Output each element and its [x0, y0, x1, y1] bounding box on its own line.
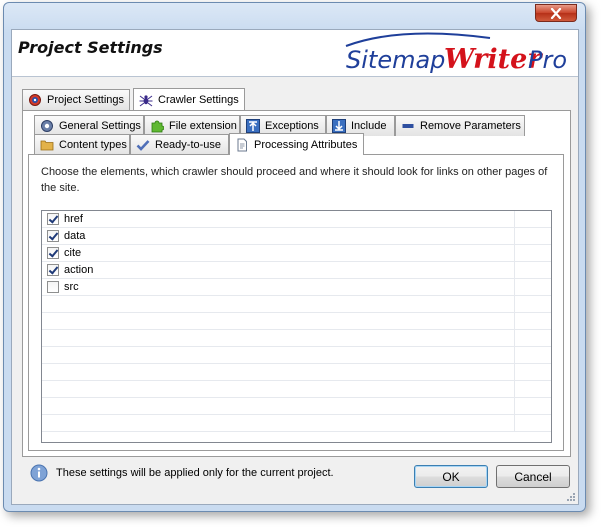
column-separator	[514, 364, 515, 380]
logo-text-sitemap: Sitemap	[346, 46, 445, 74]
gear-icon	[41, 120, 53, 132]
folder-icon	[40, 140, 54, 151]
tab-label: Remove Parameters	[420, 120, 521, 132]
checkbox-action[interactable]	[47, 264, 59, 276]
attribute-label: data	[64, 230, 86, 242]
column-separator	[514, 228, 515, 244]
page-title: Project Settings	[18, 38, 163, 57]
tab-label: Include	[351, 120, 387, 132]
resize-grip[interactable]	[566, 492, 576, 502]
empty-row	[42, 364, 551, 381]
tab-label: Processing Attributes	[254, 138, 358, 151]
column-separator	[514, 381, 515, 397]
tab-general-settings[interactable]: General Settings	[34, 115, 144, 136]
column-separator	[514, 262, 515, 278]
gear-icon	[29, 94, 41, 106]
tab-label: File extension	[169, 120, 237, 132]
dialog-client-area: Project Settings Sitemap Writer Pro Proj…	[11, 29, 579, 505]
ok-button[interactable]: OK	[414, 465, 488, 488]
list-item[interactable]: action	[42, 262, 551, 279]
logo-text-pro: Pro	[528, 46, 567, 74]
close-icon	[550, 7, 562, 19]
tab-crawler-settings[interactable]: Crawler Settings	[133, 88, 245, 110]
empty-row	[42, 415, 551, 432]
column-separator	[514, 415, 515, 431]
upload-arrow-icon	[246, 119, 260, 133]
checkbox-data[interactable]	[47, 230, 59, 242]
column-separator	[514, 279, 515, 295]
list-item[interactable]: cite	[42, 245, 551, 262]
empty-row	[42, 330, 551, 347]
attributes-list[interactable]: href data cite action src	[41, 210, 552, 443]
checkbox-src[interactable]	[47, 281, 59, 293]
column-separator	[514, 398, 515, 414]
tab-remove-parameters[interactable]: Remove Parameters	[395, 115, 525, 136]
list-item[interactable]: href	[42, 211, 551, 228]
spider-icon	[139, 94, 153, 106]
cancel-button[interactable]: Cancel	[496, 465, 570, 488]
empty-row	[42, 381, 551, 398]
tab-label: Project Settings	[47, 94, 125, 106]
info-text: These settings will be applied only for …	[56, 467, 334, 479]
tab-label: General Settings	[59, 120, 141, 132]
column-separator	[514, 211, 515, 227]
list-item[interactable]: data	[42, 228, 551, 245]
project-settings-window: Project Settings Sitemap Writer Pro Proj…	[3, 2, 586, 512]
attribute-label: action	[64, 264, 94, 276]
tab-label: Ready-to-use	[155, 139, 222, 151]
tab-project-settings[interactable]: Project Settings	[22, 89, 131, 110]
tab-content-types[interactable]: Content types	[34, 134, 130, 155]
attribute-label: href	[64, 213, 83, 225]
tab-file-extension[interactable]: File extension	[144, 115, 240, 136]
tab-processing-attributes[interactable]: Processing Attributes	[229, 133, 364, 155]
tab-ready-to-use[interactable]: Ready-to-use	[130, 134, 229, 155]
empty-row	[42, 313, 551, 330]
puzzle-icon	[151, 120, 164, 133]
column-separator	[514, 245, 515, 261]
sitemapwriter-pro-logo: Sitemap Writer Pro	[345, 32, 567, 74]
description-text: Choose the elements, which crawler shoul…	[41, 166, 548, 194]
minus-icon	[402, 124, 414, 128]
empty-row	[42, 296, 551, 313]
tab-label: Crawler Settings	[158, 93, 239, 106]
checkbox-href[interactable]	[47, 213, 59, 225]
info-icon	[30, 464, 48, 482]
list-item[interactable]: src	[42, 279, 551, 296]
column-separator	[514, 296, 515, 312]
document-icon	[237, 138, 247, 151]
column-separator	[514, 313, 515, 329]
tab-label: Exceptions	[265, 120, 319, 132]
checkmark-icon	[136, 140, 150, 151]
empty-row	[42, 398, 551, 415]
column-separator	[514, 347, 515, 363]
attribute-label: cite	[64, 247, 82, 259]
footer-info: These settings will be applied only for …	[30, 464, 334, 482]
dialog-header: Project Settings Sitemap Writer Pro	[12, 30, 578, 77]
empty-row	[42, 347, 551, 364]
close-button[interactable]	[535, 4, 577, 22]
download-arrow-icon	[332, 119, 346, 133]
checkbox-cite[interactable]	[47, 247, 59, 259]
title-bar[interactable]	[4, 3, 585, 29]
tab-label: Content types	[59, 139, 127, 151]
attribute-label: src	[64, 281, 79, 293]
column-separator	[514, 330, 515, 346]
